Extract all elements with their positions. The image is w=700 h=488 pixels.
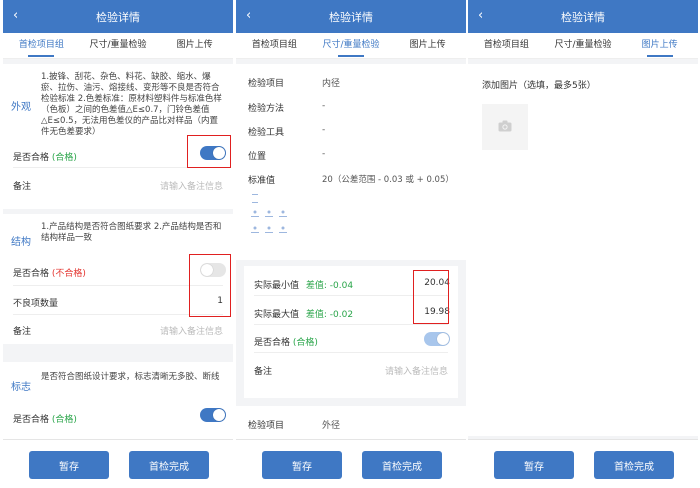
complete-button[interactable]: 首检完成 <box>594 451 674 479</box>
tab-image-upload[interactable]: 图片上传 <box>389 33 466 58</box>
back-icon[interactable]: ‹ <box>478 8 483 23</box>
marking-card: 标志 是否符合图纸设计要求，标志清晰无多胶、断线 是否合格 (合格) <box>3 362 233 442</box>
remark-label: 备注 <box>254 367 273 377</box>
page-title: 检验详情 <box>329 10 373 24</box>
footer-bar: 暂存 首检完成 <box>468 439 698 488</box>
field-label: 检验项目 <box>248 421 285 431</box>
add-image-button[interactable] <box>482 104 528 150</box>
tab-first-inspection-group[interactable]: 首检项目组 <box>468 33 545 58</box>
panel-size-weight: ‹ 检验详情 首检项目组 尺寸/重量检验 图片上传 检验项目 内径 检验方法 -… <box>236 0 466 488</box>
page-title: 检验详情 <box>561 10 605 24</box>
pass-label: 是否合格 <box>13 269 50 279</box>
add-image-label: 添加图片（选填，最多5张） <box>482 81 596 91</box>
tab-first-inspection-group[interactable]: 首检项目组 <box>236 33 313 58</box>
tab-bar: 首检项目组 尺寸/重量检验 图片上传 <box>3 33 233 59</box>
pass-row: 是否合格 (合格) <box>254 335 448 348</box>
pass-status: (合格) <box>292 338 318 348</box>
footer-bar: 暂存 首检完成 <box>236 439 466 488</box>
section-desc: 1.披锋、刮花、杂色、料花、缺胶、缩水、爆瘀、拉伤、油污、熔接线、变形等不良是否… <box>41 72 222 137</box>
tab-size-weight[interactable]: 尺寸/重量检验 <box>545 33 622 58</box>
highlight-box <box>413 270 449 324</box>
pass-label: 是否合格 <box>13 153 50 163</box>
panel-image-upload: ‹ 检验详情 首检项目组 尺寸/重量检验 图片上传 添加图片（选填，最多5张） … <box>468 0 698 488</box>
field-label: 检验方法 <box>248 104 285 114</box>
tab-image-upload[interactable]: 图片上传 <box>621 33 698 58</box>
section-desc: 1.产品结构是否符合图纸要求 2.产品结构是否和结构样品一致 <box>41 222 222 243</box>
tolerance-diagram <box>248 192 296 242</box>
section-title: 结构 <box>11 237 31 248</box>
save-button[interactable]: 暂存 <box>494 451 574 479</box>
field-value: - <box>322 125 326 135</box>
app-header: ‹ 检验详情 <box>468 0 698 33</box>
complete-button[interactable]: 首检完成 <box>129 451 209 479</box>
inspection-item-card: 检验项目 内径 检验方法 - 检验工具 - 位置 - 标准值 20（公差范围 -… <box>236 64 466 260</box>
complete-button[interactable]: 首检完成 <box>362 451 442 479</box>
remark-input[interactable]: 请输入备注信息 <box>160 324 223 337</box>
highlight-box <box>187 135 231 168</box>
section-title: 外观 <box>11 102 31 113</box>
field-label: 位置 <box>248 152 267 162</box>
field-label: 标准值 <box>248 176 276 186</box>
pass-label: 是否合格 <box>254 338 291 348</box>
field-label: 检验项目 <box>248 79 285 89</box>
tab-size-weight[interactable]: 尺寸/重量检验 <box>80 33 157 58</box>
section-title: 标志 <box>11 382 31 393</box>
min-diff: 差值: -0.04 <box>305 281 354 291</box>
remark-input[interactable]: 请输入备注信息 <box>160 179 223 192</box>
min-label: 实际最小值 <box>254 281 300 291</box>
tab-size-weight[interactable]: 尺寸/重量检验 <box>313 33 390 58</box>
pass-toggle[interactable] <box>200 408 226 422</box>
remark-row: 备注 请输入备注信息 <box>13 324 223 337</box>
tab-bar: 首检项目组 尺寸/重量检验 图片上传 <box>236 33 466 59</box>
save-button[interactable]: 暂存 <box>262 451 342 479</box>
field-label: 检验工具 <box>248 128 285 138</box>
field-value: - <box>322 149 326 159</box>
camera-icon <box>498 120 512 135</box>
highlight-box <box>189 254 231 317</box>
pass-row: 是否合格 (合格) <box>13 412 223 425</box>
max-diff: 差值: -0.02 <box>305 310 354 320</box>
pass-status: (合格) <box>51 153 77 163</box>
remark-label: 备注 <box>13 327 32 337</box>
section-desc: 是否符合图纸设计要求，标志清晰无多胶、断线 <box>41 372 220 382</box>
max-label: 实际最大值 <box>254 310 300 320</box>
pass-status: (不合格) <box>51 269 86 279</box>
footer-bar: 暂存 首检完成 <box>3 439 233 488</box>
tab-bar: 首检项目组 尺寸/重量检验 图片上传 <box>468 33 698 59</box>
save-button[interactable]: 暂存 <box>29 451 109 479</box>
back-icon[interactable]: ‹ <box>246 8 251 23</box>
back-icon[interactable]: ‹ <box>13 8 18 23</box>
defect-label: 不良项数量 <box>13 299 59 309</box>
page-title: 检验详情 <box>96 10 140 24</box>
field-value: 外径 <box>322 421 341 431</box>
app-header: ‹ 检验详情 <box>236 0 466 33</box>
app-header: ‹ 检验详情 <box>3 0 233 33</box>
remark-label: 备注 <box>13 182 32 192</box>
remark-input[interactable]: 请输入备注信息 <box>385 364 448 377</box>
remark-row: 备注 请输入备注信息 <box>254 364 448 377</box>
field-value: 内径 <box>322 79 341 89</box>
pass-status: (合格) <box>51 415 77 425</box>
tab-image-upload[interactable]: 图片上传 <box>156 33 233 58</box>
panel-first-inspection-group: ‹ 检验详情 首检项目组 尺寸/重量检验 图片上传 外观 1.披锋、刮花、杂色、… <box>3 0 233 488</box>
tab-first-inspection-group[interactable]: 首检项目组 <box>3 33 80 58</box>
field-value: 20（公差范围 - 0.03 或 + 0.05） <box>322 175 454 185</box>
pass-toggle[interactable] <box>424 332 450 346</box>
pass-label: 是否合格 <box>13 415 50 425</box>
remark-row: 备注 请输入备注信息 <box>13 179 223 192</box>
field-value: - <box>322 101 326 111</box>
